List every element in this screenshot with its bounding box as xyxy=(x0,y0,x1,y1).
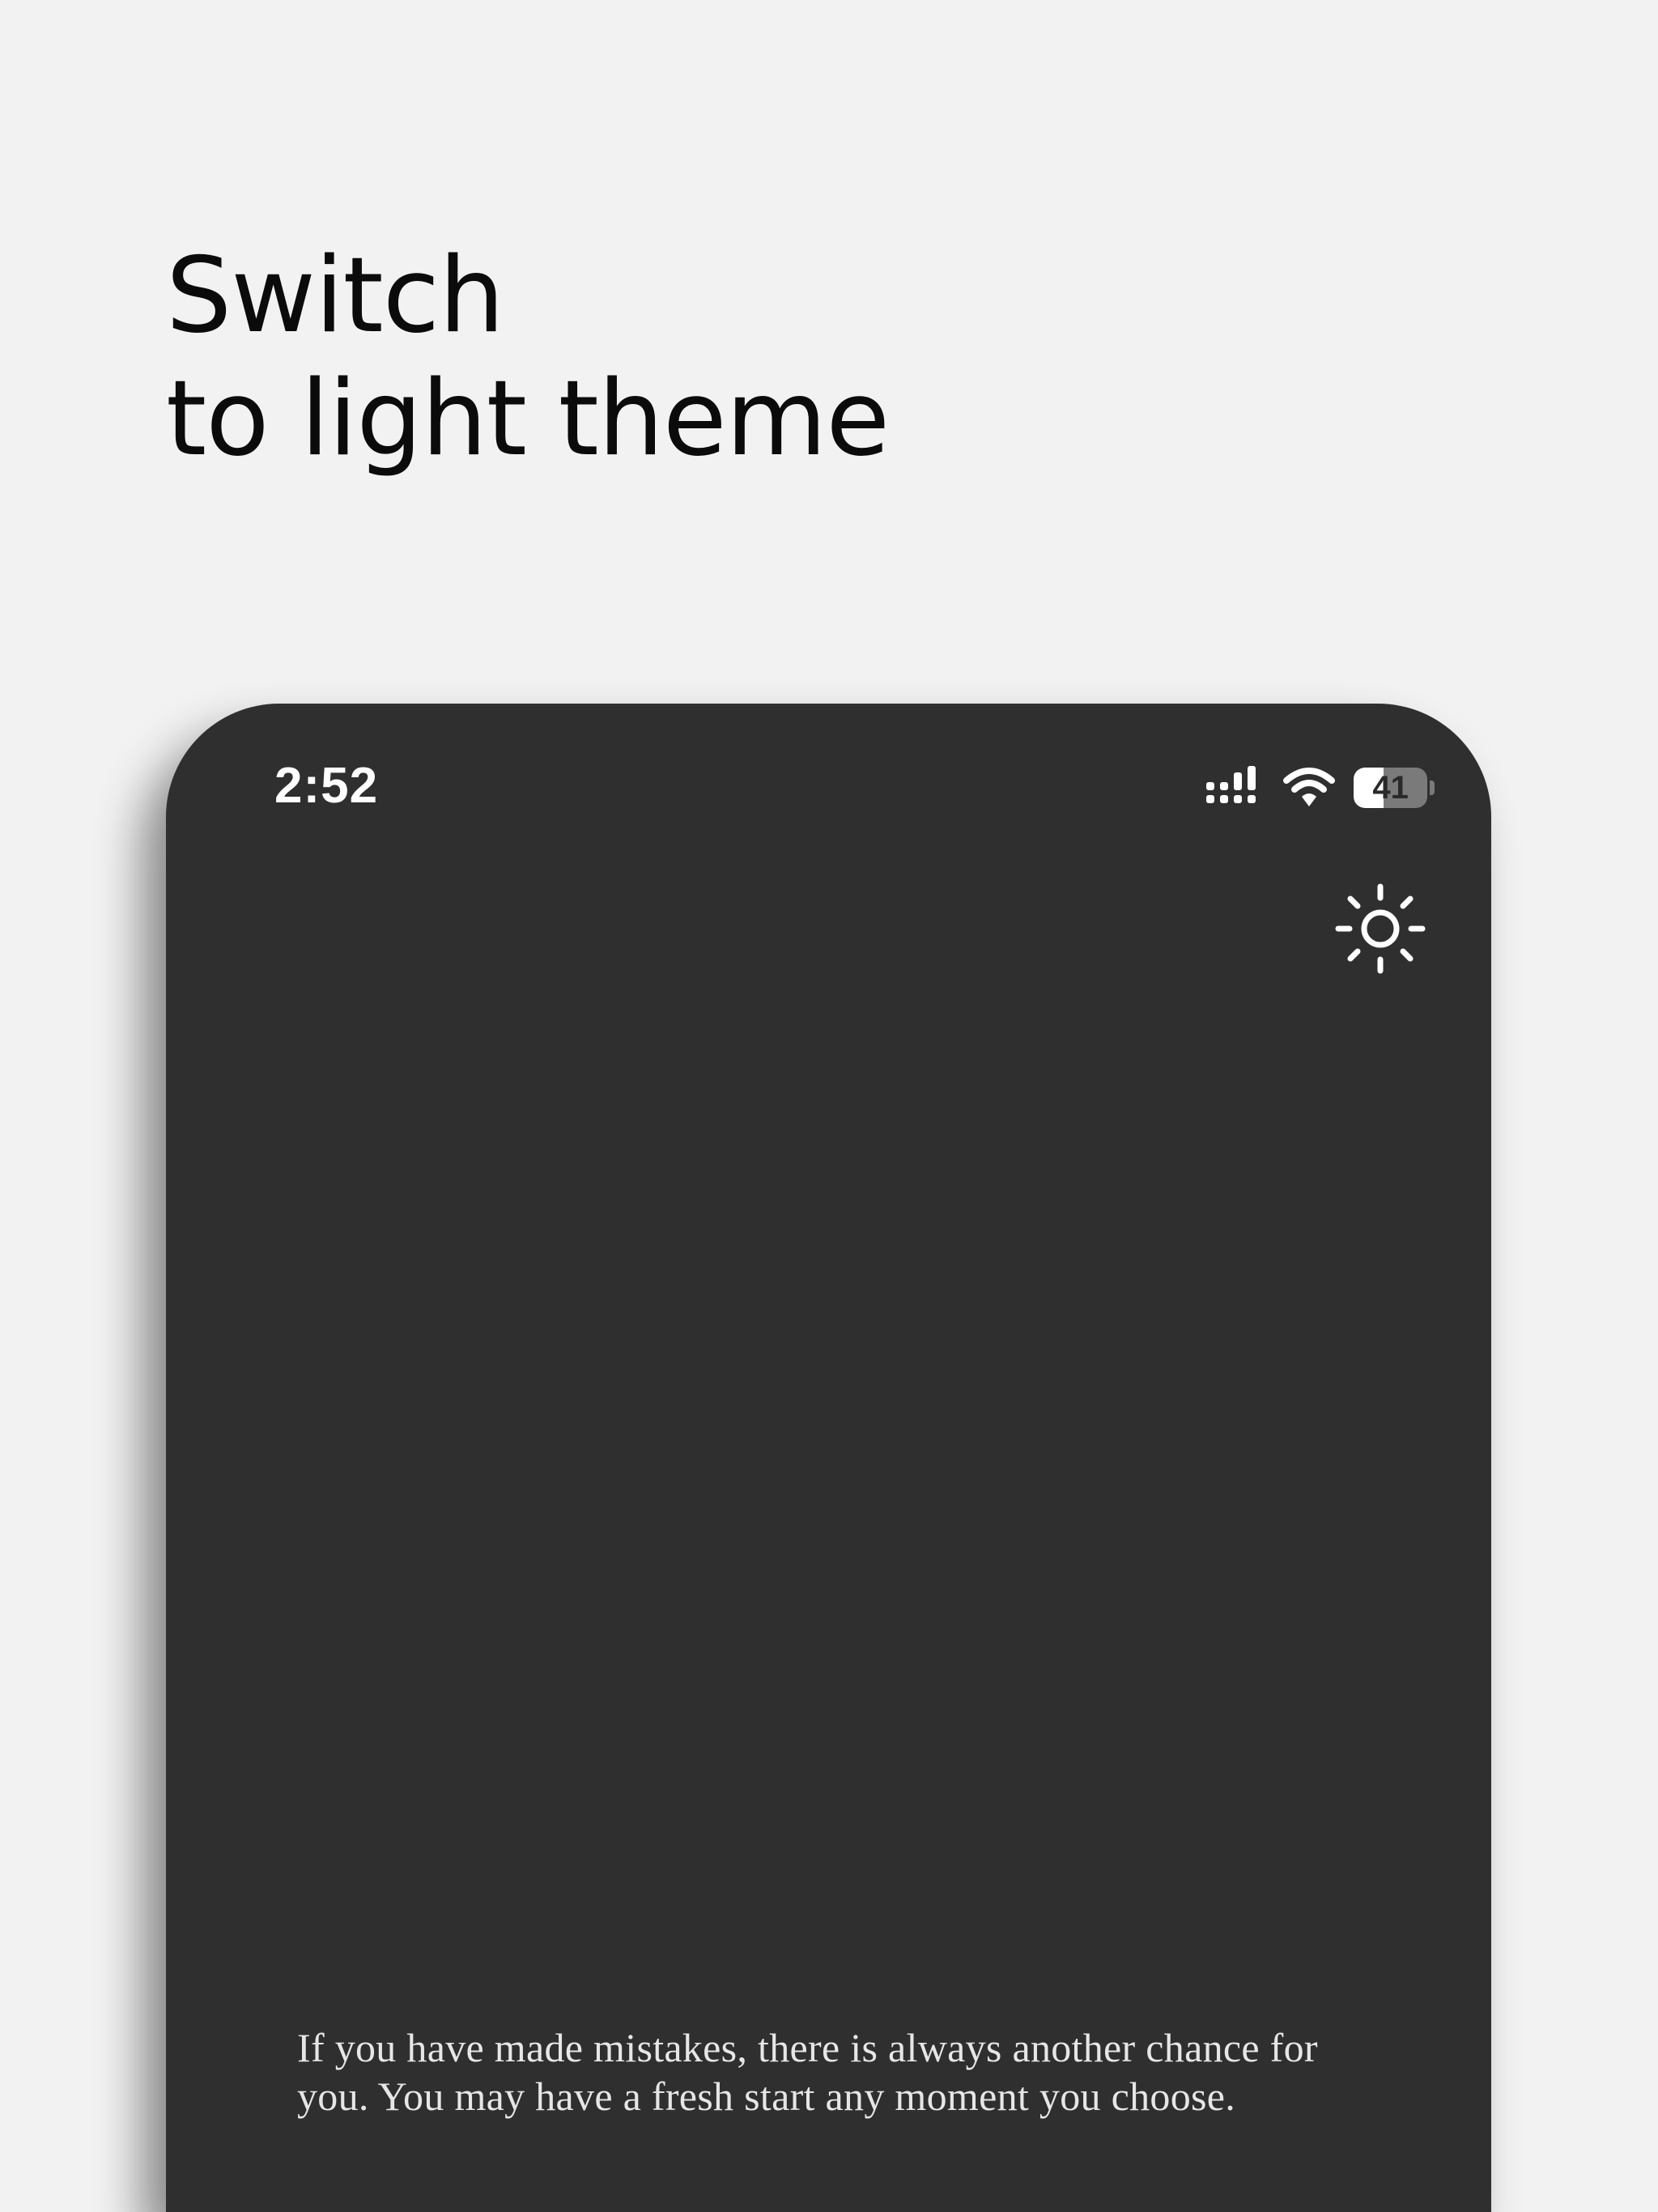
theme-toggle-button[interactable] xyxy=(1332,880,1429,977)
quote-text: If you have made mistakes, there is alwa… xyxy=(297,2025,1318,2119)
battery-icon: 41 xyxy=(1354,766,1435,810)
phone-screen: 2:52 41 If you have made mistakes, there… xyxy=(166,704,1491,2212)
headline: Switch to light theme xyxy=(166,235,890,481)
battery-level: 41 xyxy=(1372,769,1409,806)
headline-line-1: Switch xyxy=(166,236,504,356)
wifi-icon xyxy=(1283,768,1335,806)
sun-icon xyxy=(1335,883,1426,974)
headline-line-2: to light theme xyxy=(166,359,890,479)
battery-tip xyxy=(1430,781,1435,795)
battery-body: 41 xyxy=(1354,768,1428,808)
status-icons: 41 xyxy=(1206,764,1435,812)
cellular-signal-icon xyxy=(1206,766,1256,803)
status-time: 2:52 xyxy=(274,758,379,814)
